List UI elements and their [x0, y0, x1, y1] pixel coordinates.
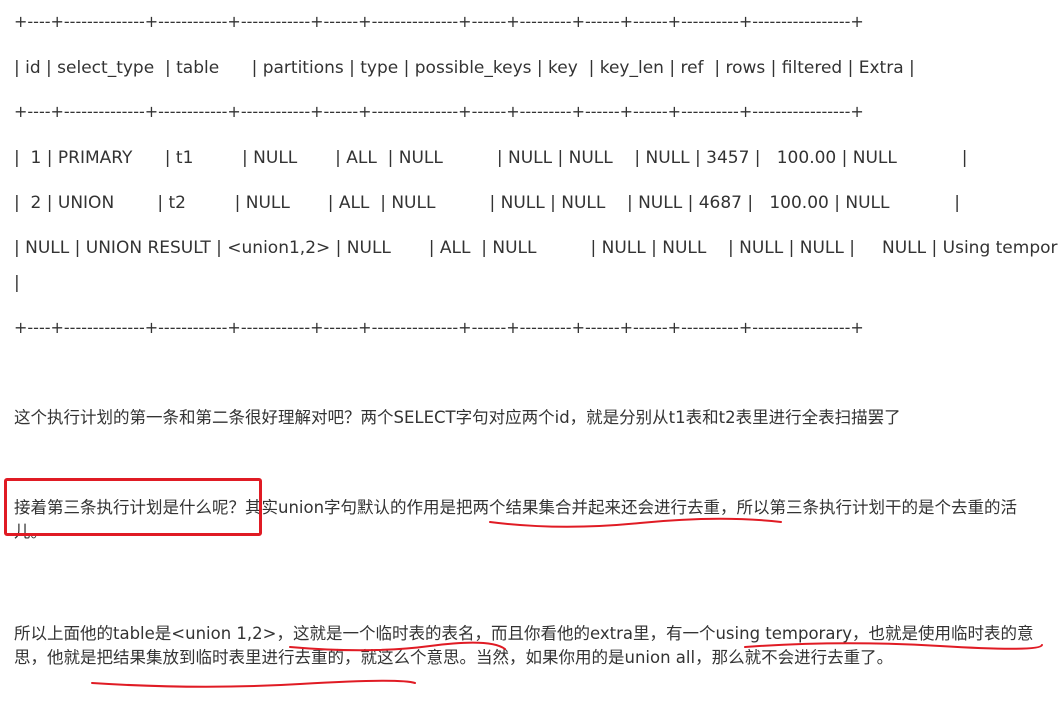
- highlight-box: [4, 478, 262, 536]
- table-header-row: | id | select_type | table | partitions …: [14, 58, 915, 78]
- table-border-mid: +----+--------------+------------+------…: [14, 102, 864, 121]
- paragraph-1: 这个执行计划的第一条和第二条很好理解对吧？两个SELECT字句对应两个id，就是…: [14, 408, 901, 427]
- table-row-2: | 2 | UNION | t2 | NULL | ALL | NULL | N…: [14, 193, 961, 213]
- table-border-bottom: +----+--------------+------------+------…: [14, 318, 864, 337]
- table-row-3-continuation: |: [14, 273, 20, 293]
- paragraph-3: 所以上面他的table是<union 1,2>，这就是一个临时表的表名，而且你看…: [14, 624, 1034, 667]
- underline-dedup-temp-table: [91, 679, 416, 688]
- table-row-3: | NULL | UNION RESULT | <union1,2> | NUL…: [14, 238, 1058, 258]
- table-border-top: +----+--------------+------------+------…: [14, 12, 864, 31]
- table-row-1: | 1 | PRIMARY | t1 | NULL | ALL | NULL |…: [14, 148, 968, 168]
